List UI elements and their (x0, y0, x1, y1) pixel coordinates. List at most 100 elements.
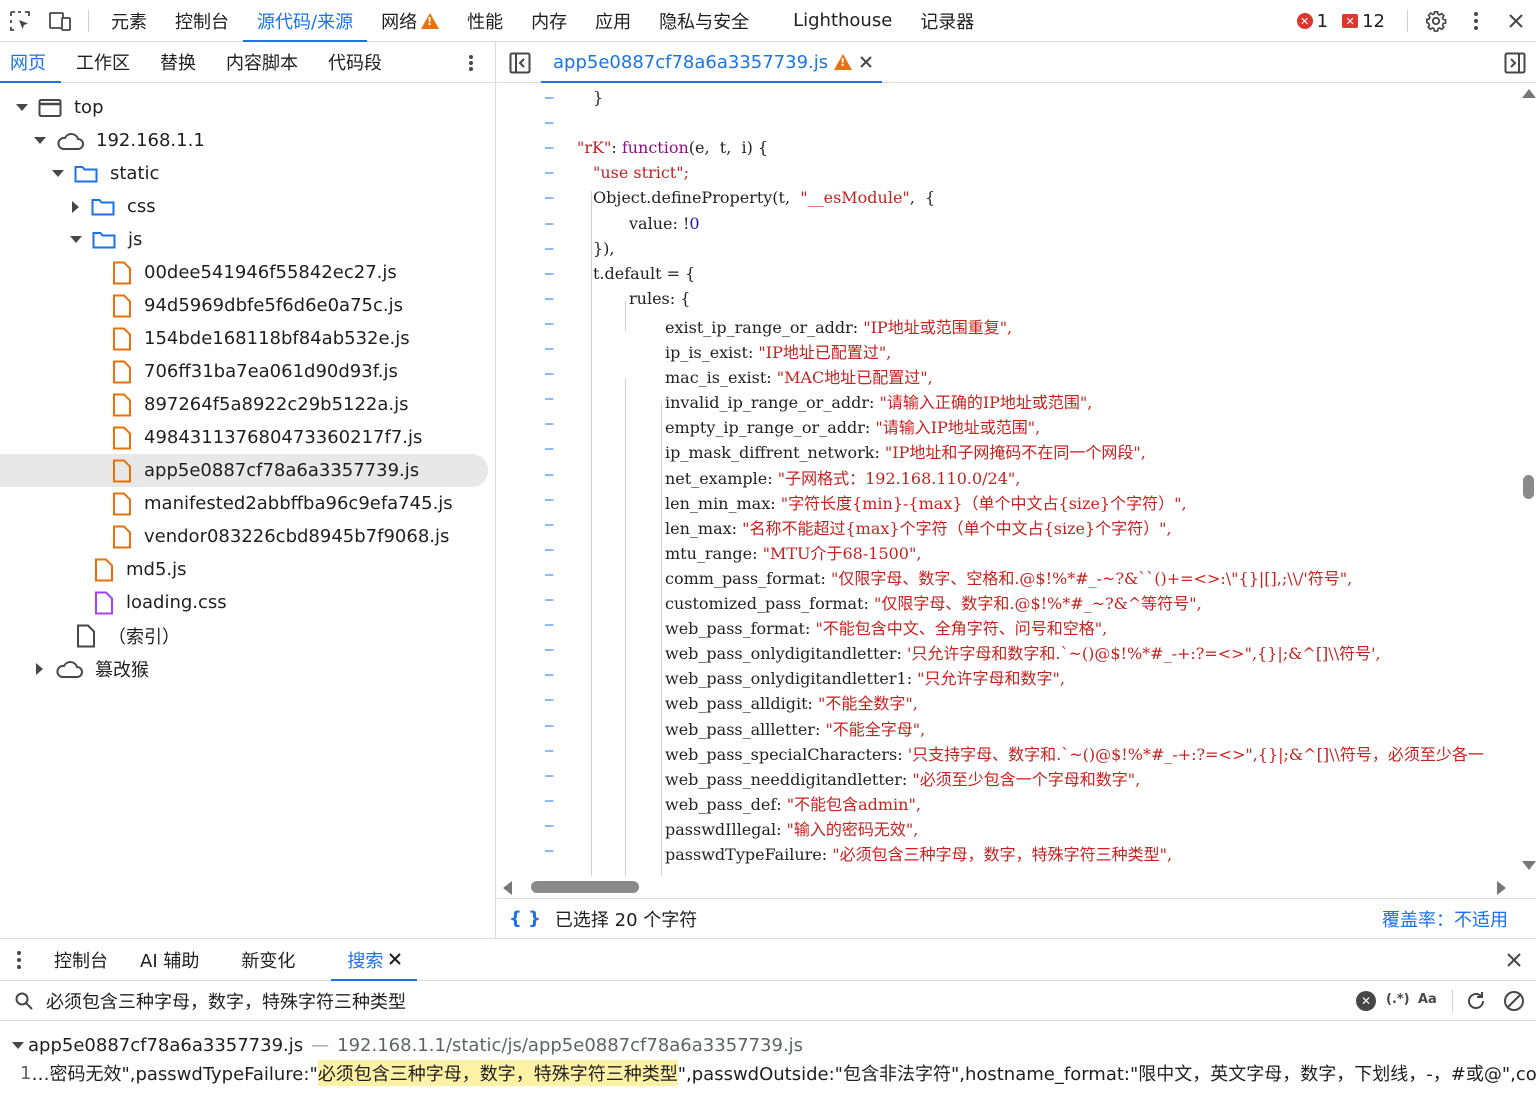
nav-tab-page[interactable]: 网页 (0, 42, 61, 83)
close-tab-icon[interactable] (389, 949, 402, 970)
drawer-more-icon[interactable] (0, 939, 38, 981)
drawer-tab-search[interactable]: 搜索 (331, 939, 418, 981)
line-gutter-marker[interactable]: – (545, 366, 553, 382)
line-gutter-marker[interactable]: – (545, 140, 553, 156)
tree-node-tampermonkey[interactable]: 篡改猴 (0, 652, 149, 685)
line-gutter-marker[interactable]: – (545, 642, 553, 658)
tab-performance[interactable]: 性能 (453, 0, 517, 42)
horizontal-scroll-thumb[interactable] (531, 881, 639, 893)
toggle-debugger-icon[interactable] (1504, 52, 1526, 79)
line-gutter-marker[interactable]: – (545, 542, 553, 558)
tab-recorder[interactable]: 记录器 (906, 0, 988, 42)
nav-tab-snippets[interactable]: 代码段 (313, 42, 397, 83)
tab-network[interactable]: 网络 (367, 0, 453, 42)
tree-node-static[interactable]: static (0, 157, 159, 190)
device-toolbar-icon[interactable] (40, 0, 80, 42)
line-gutter-marker[interactable]: – (545, 617, 553, 633)
line-gutter-marker[interactable]: – (545, 768, 553, 784)
line-gutter-marker[interactable]: – (545, 90, 553, 106)
coverage-link[interactable]: 覆盖率：不适用 (1382, 906, 1508, 932)
tab-elements[interactable]: 元素 (97, 0, 161, 42)
search-result-line[interactable]: 1 …密码无效",passwdTypeFailure:" 必须包含三种字母，数字，… (0, 1059, 1536, 1087)
line-gutter-marker[interactable]: – (545, 115, 553, 131)
nav-tab-content-scripts[interactable]: 内容脚本 (211, 42, 313, 83)
line-gutter-marker[interactable]: – (545, 793, 553, 809)
tree-file-js[interactable]: 706ff31ba7ea061d90d93f.js (0, 355, 398, 388)
close-drawer-icon[interactable] (1506, 952, 1522, 973)
tree-file-md5[interactable]: md5.js (0, 553, 187, 586)
drawer-tab-ai-assist[interactable]: AI 辅助 (124, 939, 215, 981)
line-gutter-marker[interactable]: – (545, 416, 553, 432)
line-gutter-marker[interactable]: – (545, 291, 553, 307)
errors-badge[interactable]: ✕ 1 (1296, 11, 1328, 32)
line-gutter-marker[interactable]: – (545, 316, 553, 332)
line-gutter-marker[interactable]: – (545, 567, 553, 583)
tab-privacy-security[interactable]: 隐私与安全 (645, 0, 763, 42)
line-gutter-marker[interactable]: – (545, 391, 553, 407)
settings-gear-icon[interactable] (1416, 0, 1456, 42)
scroll-right-icon[interactable] (1497, 881, 1506, 895)
line-gutter-marker[interactable]: – (545, 241, 553, 257)
tab-memory[interactable]: 内存 (517, 0, 581, 42)
clear-results-icon[interactable] (1503, 990, 1525, 1017)
tree-file-js[interactable]: 498431137680473360217f7.js (0, 421, 422, 454)
line-gutter-marker[interactable]: – (545, 818, 553, 834)
vertical-scroll-thumb[interactable] (1523, 475, 1534, 499)
code-content[interactable]: –} – – "rK": function(e, t, i) {– "use stric… (497, 83, 1517, 876)
search-result-file[interactable]: app5e0887cf78a6a3357739.js — 192.168.1.1… (0, 1031, 803, 1059)
close-devtools-icon[interactable] (1496, 0, 1536, 42)
match-case-toggle[interactable]: Aa (1418, 992, 1437, 1007)
line-gutter-marker[interactable]: – (545, 341, 553, 357)
tree-file-index[interactable]: （索引） (0, 619, 180, 652)
line-gutter-marker[interactable]: – (545, 266, 553, 282)
drawer-tab-console[interactable]: 控制台 (38, 939, 124, 981)
search-input[interactable]: 必须包含三种字母，数字，特殊字符三种类型 (46, 988, 406, 1014)
tab-lighthouse[interactable]: Lighthouse (779, 0, 906, 42)
nav-tab-workspace[interactable]: 工作区 (61, 42, 145, 83)
tree-file-js[interactable]: 00dee541946f55842ec27.js (0, 256, 397, 289)
regex-toggle[interactable]: (.*) (1386, 992, 1410, 1007)
tree-file-js[interactable]: 94d5969dbfe5f6d6e0a75c.js (0, 289, 403, 322)
tree-node-css[interactable]: css (0, 190, 156, 223)
more-options-icon[interactable] (1456, 0, 1496, 42)
close-tab-icon[interactable] (860, 52, 872, 73)
line-gutter-marker[interactable]: – (545, 692, 553, 708)
tab-application[interactable]: 应用 (581, 0, 645, 42)
line-gutter-marker[interactable]: – (545, 190, 553, 206)
tree-file-js-selected[interactable]: app5e0887cf78a6a3357739.js (0, 454, 488, 487)
horizontal-scrollbar[interactable] (497, 876, 1517, 898)
tree-node-top[interactable]: top (0, 91, 104, 124)
issues-badge[interactable]: ✕ 12 (1342, 11, 1385, 32)
tree-node-js[interactable]: js (0, 223, 142, 256)
nav-tab-overrides[interactable]: 替换 (145, 42, 211, 83)
drawer-tab-changes[interactable]: 新变化 (225, 939, 311, 981)
tree-file-js[interactable]: manifested2abbffba96c9efa745.js (0, 487, 453, 520)
line-gutter-marker[interactable]: – (545, 843, 553, 859)
line-gutter-marker[interactable]: – (545, 216, 553, 232)
tab-console[interactable]: 控制台 (161, 0, 243, 42)
tree-file-js[interactable]: vendor083226cbd8945b7f9068.js (0, 520, 449, 553)
scroll-down-icon[interactable] (1522, 861, 1536, 870)
line-gutter-marker[interactable]: – (545, 667, 553, 683)
line-gutter-marker[interactable]: – (545, 441, 553, 457)
scroll-left-icon[interactable] (503, 881, 512, 895)
pretty-print-braces-icon[interactable]: { } (509, 908, 541, 929)
tree-file-js[interactable]: 154bde168118bf84ab532e.js (0, 322, 410, 355)
inspect-element-icon[interactable] (0, 0, 40, 42)
tree-file-loading-css[interactable]: loading.css (0, 586, 227, 619)
line-gutter-marker[interactable]: – (545, 492, 553, 508)
tree-file-js[interactable]: 897264f5a8922c29b5122a.js (0, 388, 409, 421)
vertical-scrollbar[interactable] (1520, 83, 1536, 876)
tab-sources[interactable]: 源代码/来源 (243, 0, 368, 42)
scroll-up-icon[interactable] (1522, 89, 1536, 98)
line-gutter-marker[interactable]: – (545, 165, 553, 181)
line-gutter-marker[interactable]: – (545, 517, 553, 533)
refresh-icon[interactable] (1465, 990, 1487, 1017)
navigator-more-icon[interactable] (461, 52, 481, 74)
tree-node-host[interactable]: 192.168.1.1 (0, 124, 205, 157)
clear-search-icon[interactable]: ✕ (1356, 991, 1376, 1011)
line-gutter-marker[interactable]: – (545, 592, 553, 608)
line-gutter-marker[interactable]: – (545, 718, 553, 734)
line-gutter-marker[interactable]: – (545, 467, 553, 483)
line-gutter-marker[interactable]: – (545, 743, 553, 759)
